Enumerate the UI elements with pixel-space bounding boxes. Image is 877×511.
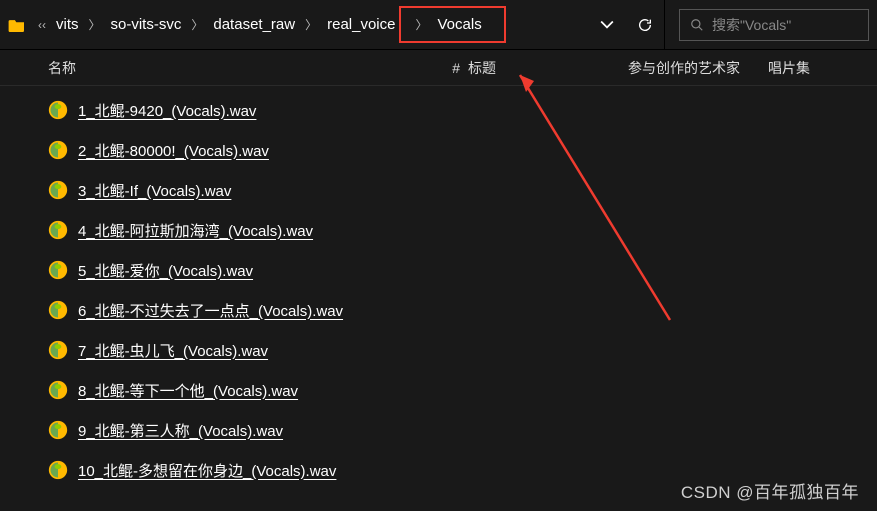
file-row[interactable]: 3_北鲲-If_(Vocals).wav	[0, 170, 877, 210]
breadcrumb-item[interactable]: real_voice	[323, 14, 399, 35]
file-name[interactable]: 3_北鲲-If_(Vocals).wav	[78, 180, 231, 201]
file-row[interactable]: 9_北鲲-第三人称_(Vocals).wav	[0, 410, 877, 450]
column-header-album[interactable]: 唱片集	[768, 58, 818, 78]
audio-file-icon	[48, 100, 68, 120]
file-name[interactable]: 9_北鲲-第三人称_(Vocals).wav	[78, 420, 283, 441]
file-name[interactable]: 2_北鲲-80000!_(Vocals).wav	[78, 140, 269, 161]
file-name[interactable]: 5_北鲲-爱你_(Vocals).wav	[78, 260, 253, 281]
audio-file-icon	[48, 300, 68, 320]
folder-icon	[8, 18, 26, 32]
file-list: 1_北鲲-9420_(Vocals).wav 2_北鲲-80000!_(Vocal…	[0, 86, 877, 490]
chevron-right-icon: 〉	[185, 16, 209, 33]
file-name[interactable]: 10_北鲲-多想留在你身边_(Vocals).wav	[78, 460, 336, 481]
search-placeholder: 搜索"Vocals"	[712, 15, 791, 35]
chevron-right-icon: 〉	[83, 16, 107, 33]
audio-file-icon	[48, 420, 68, 440]
history-dropdown-button[interactable]	[590, 8, 624, 42]
file-name[interactable]: 1_北鲲-9420_(Vocals).wav	[78, 100, 256, 121]
chevron-left-icon[interactable]: ‹‹	[32, 18, 52, 32]
file-row[interactable]: 10_北鲲-多想留在你身边_(Vocals).wav	[0, 450, 877, 490]
audio-file-icon	[48, 260, 68, 280]
audio-file-icon	[48, 460, 68, 480]
breadcrumb-item-current[interactable]: Vocals	[434, 14, 486, 35]
audio-file-icon	[48, 220, 68, 240]
breadcrumb-item[interactable]: so-vits-svc	[107, 14, 186, 35]
column-header-name[interactable]: 名称	[48, 58, 428, 78]
breadcrumb: vits 〉 so-vits-svc 〉 dataset_raw 〉 real_…	[52, 0, 586, 50]
breadcrumb-item[interactable]: dataset_raw	[209, 14, 299, 35]
audio-file-icon	[48, 340, 68, 360]
audio-file-icon	[48, 180, 68, 200]
file-row[interactable]: 2_北鲲-80000!_(Vocals).wav	[0, 130, 877, 170]
refresh-button[interactable]	[628, 8, 662, 42]
column-header-artist[interactable]: 参与创作的艺术家	[628, 58, 768, 78]
column-headers: 名称 # 标题 参与创作的艺术家 唱片集	[0, 50, 877, 86]
breadcrumb-current-highlight: 〉 Vocals	[399, 6, 505, 43]
search-input[interactable]: 搜索"Vocals"	[679, 9, 869, 41]
column-header-title[interactable]: 标题	[468, 58, 628, 78]
file-row[interactable]: 4_北鲲-阿拉斯加海湾_(Vocals).wav	[0, 210, 877, 250]
address-toolbar: ‹‹ vits 〉 so-vits-svc 〉 dataset_raw 〉 re…	[0, 0, 877, 50]
file-name[interactable]: 7_北鲲-虫儿飞_(Vocals).wav	[78, 340, 268, 361]
column-header-number[interactable]: #	[428, 60, 468, 76]
breadcrumb-item[interactable]: vits	[52, 14, 83, 35]
toolbar-divider	[664, 0, 665, 50]
file-name[interactable]: 8_北鲲-等下一个他_(Vocals).wav	[78, 380, 298, 401]
file-row[interactable]: 8_北鲲-等下一个他_(Vocals).wav	[0, 370, 877, 410]
file-row[interactable]: 7_北鲲-虫儿飞_(Vocals).wav	[0, 330, 877, 370]
file-name[interactable]: 6_北鲲-不过失去了一点点_(Vocals).wav	[78, 300, 343, 321]
audio-file-icon	[48, 140, 68, 160]
file-row[interactable]: 1_北鲲-9420_(Vocals).wav	[0, 90, 877, 130]
audio-file-icon	[48, 380, 68, 400]
file-name[interactable]: 4_北鲲-阿拉斯加海湾_(Vocals).wav	[78, 220, 313, 241]
chevron-right-icon: 〉	[299, 16, 323, 33]
file-row[interactable]: 5_北鲲-爱你_(Vocals).wav	[0, 250, 877, 290]
chevron-right-icon: 〉	[409, 16, 433, 33]
file-row[interactable]: 6_北鲲-不过失去了一点点_(Vocals).wav	[0, 290, 877, 330]
